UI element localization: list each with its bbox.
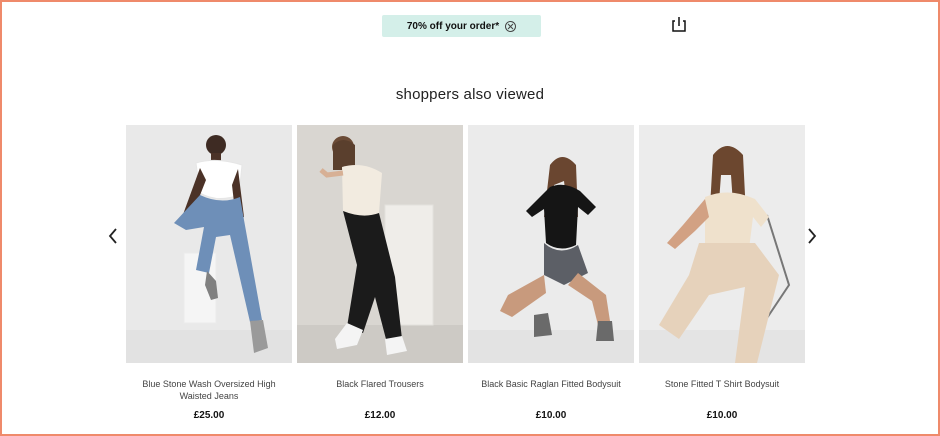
share-button[interactable] xyxy=(670,15,688,33)
chevron-right-icon xyxy=(808,228,817,244)
promo-banner[interactable]: 70% off your order* xyxy=(382,15,541,37)
promo-label: 70% off your order* xyxy=(406,20,500,32)
chevron-left-icon xyxy=(108,228,117,244)
product-image[interactable] xyxy=(639,125,805,363)
product-card[interactable]: Black Basic Raglan Fitted Bodysuit £10.0… xyxy=(468,125,634,430)
product-price: £10.00 xyxy=(535,410,567,421)
product-name[interactable]: Blue Stone Wash Oversized High Waisted J… xyxy=(132,378,286,402)
carousel-prev-button[interactable] xyxy=(106,227,120,245)
product-price: £10.00 xyxy=(706,410,738,421)
product-name[interactable]: Stone Fitted T Shirt Bodysuit xyxy=(645,378,799,390)
product-name[interactable]: Black Basic Raglan Fitted Bodysuit xyxy=(474,378,628,390)
product-image[interactable] xyxy=(297,125,463,363)
product-price: £12.00 xyxy=(364,410,396,421)
share-icon xyxy=(672,17,686,32)
section-title: shoppers also viewed xyxy=(395,86,545,103)
product-card[interactable]: Blue Stone Wash Oversized High Waisted J… xyxy=(126,125,292,430)
product-carousel: Blue Stone Wash Oversized High Waisted J… xyxy=(126,125,805,430)
product-image[interactable] xyxy=(126,125,292,363)
page-frame: 70% off your order* shoppers also viewed xyxy=(0,0,940,436)
close-icon[interactable] xyxy=(505,20,517,32)
product-price: £25.00 xyxy=(193,410,225,421)
product-card[interactable]: Black Flared Trousers £12.00 xyxy=(297,125,463,430)
product-name[interactable]: Black Flared Trousers xyxy=(303,378,457,390)
product-image[interactable] xyxy=(468,125,634,363)
carousel-next-button[interactable] xyxy=(805,227,819,245)
product-card[interactable]: Stone Fitted T Shirt Bodysuit £10.00 xyxy=(639,125,805,430)
